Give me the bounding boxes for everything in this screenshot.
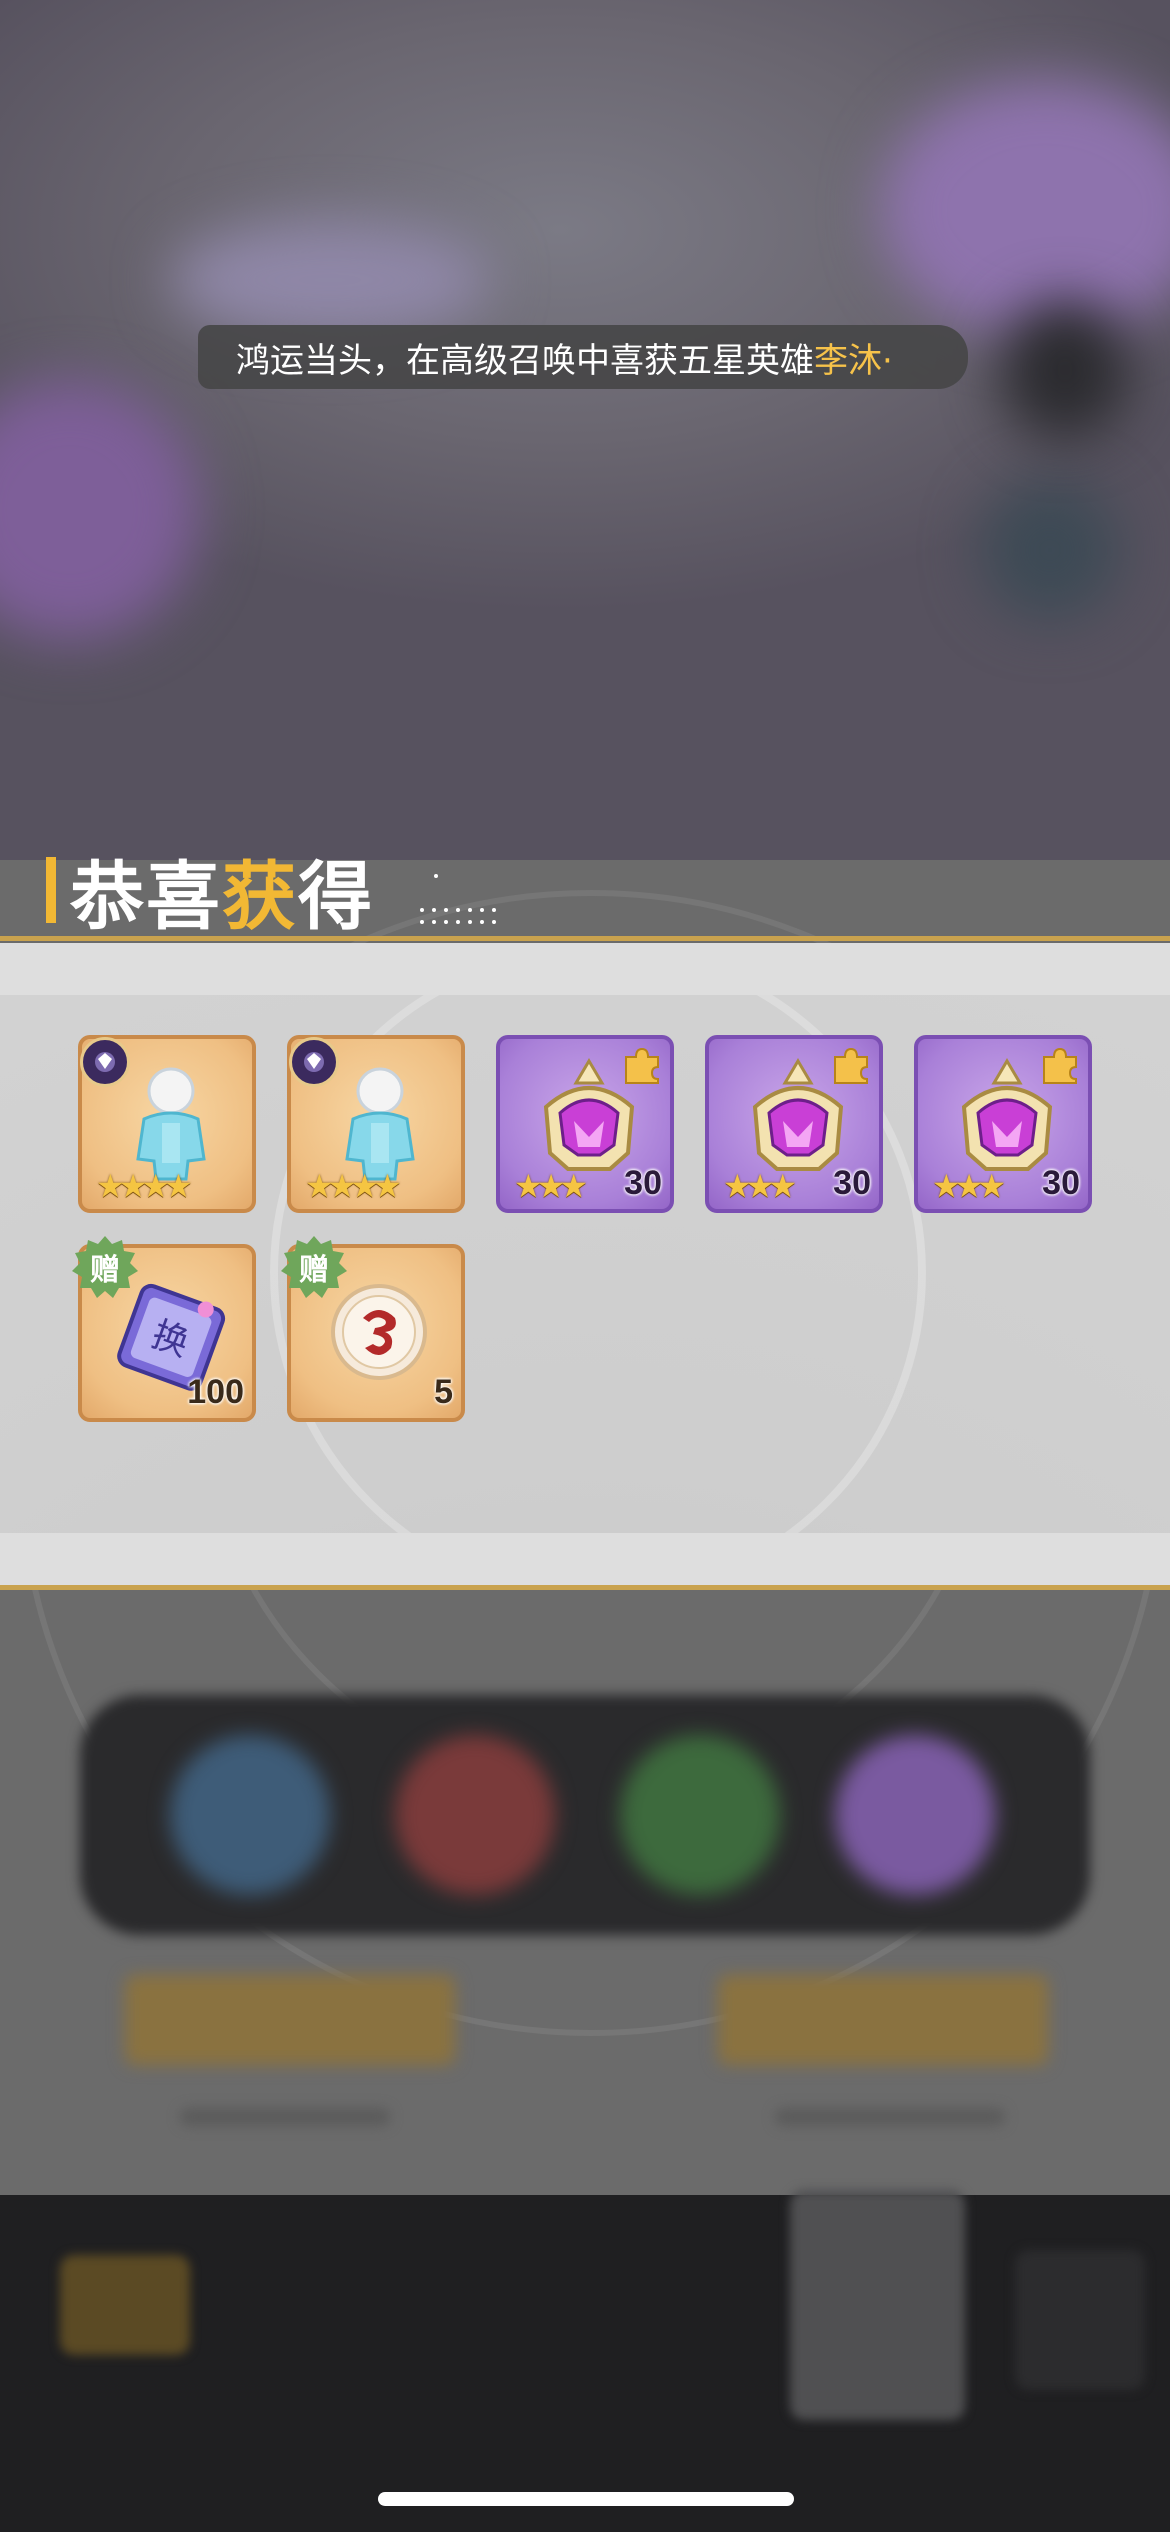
star-rating: ★★★ bbox=[514, 1167, 588, 1205]
item-quantity: 5 bbox=[434, 1373, 453, 1411]
reward-item-exchange-ticket[interactable]: 换 赠 100 bbox=[72, 1236, 256, 1422]
helmet-icon bbox=[543, 1058, 635, 1171]
toast-message: 鸿运当头，在高级召唤中喜获五星英雄 bbox=[236, 340, 814, 381]
item-quantity: 30 bbox=[833, 1164, 871, 1202]
blurred-tab-icon bbox=[60, 2255, 190, 2355]
title-accent-bar bbox=[46, 857, 56, 923]
item-quantity: 100 bbox=[187, 1373, 244, 1411]
reward-item-hero-shard[interactable]: ★★★★ bbox=[287, 1035, 465, 1213]
band-bottom-gold-line bbox=[0, 1585, 1170, 1590]
blurred-faction-icon bbox=[395, 1735, 555, 1895]
blurred-summon-button bbox=[718, 1975, 1048, 2065]
reward-item-helmet[interactable]: ★★★ 30 bbox=[914, 1035, 1092, 1213]
star-rating: ★★★ bbox=[723, 1167, 797, 1205]
announcement-toast: 鸿运当头，在高级召唤中喜获五星英雄 李沐· bbox=[198, 325, 968, 389]
reward-item-helmet[interactable]: ★★★ 30 bbox=[705, 1035, 883, 1213]
background-bottom-bar bbox=[0, 2195, 1170, 2532]
helmet-icon bbox=[961, 1058, 1053, 1171]
blurred-tab-icon bbox=[1015, 2250, 1145, 2390]
reward-item-hero-shard[interactable]: ★★★★ bbox=[78, 1035, 256, 1213]
background-blob bbox=[980, 480, 1120, 620]
hero-silhouette-icon bbox=[345, 1067, 415, 1181]
helmet-icon bbox=[752, 1058, 844, 1171]
home-indicator[interactable] bbox=[378, 2492, 794, 2506]
star-rating: ★★★★ bbox=[96, 1167, 193, 1205]
reward-title-text: 恭喜获得 bbox=[70, 854, 374, 938]
star-rating: ★★★ bbox=[932, 1167, 1006, 1205]
blurred-tab-selected bbox=[790, 2190, 965, 2420]
toast-hero-name: 李沐· bbox=[814, 340, 893, 381]
blurred-faction-icon bbox=[835, 1735, 995, 1895]
reward-title: 恭喜获得 bbox=[46, 850, 374, 938]
blurred-faction-icon bbox=[170, 1735, 330, 1895]
reward-item-dragon-token[interactable]: 赠 5 bbox=[281, 1236, 465, 1422]
gift-badge: 赠 bbox=[72, 1234, 138, 1300]
blurred-cost-text bbox=[775, 2108, 1005, 2126]
item-quantity: 30 bbox=[624, 1164, 662, 1202]
star-rating: ★★★★ bbox=[305, 1167, 402, 1205]
blurred-summon-button bbox=[125, 1975, 455, 2065]
item-quantity: 30 bbox=[1042, 1164, 1080, 1202]
title-decoration-dots bbox=[418, 868, 498, 928]
blurred-faction-icon bbox=[620, 1735, 780, 1895]
gift-badge: 赠 bbox=[281, 1234, 347, 1300]
reward-item-helmet[interactable]: ★★★ 30 bbox=[496, 1035, 674, 1213]
band-top-gold-line bbox=[0, 936, 1170, 941]
background-blob bbox=[170, 220, 490, 340]
background-blob bbox=[1000, 300, 1130, 440]
band-bottom-edge bbox=[0, 1533, 1170, 1585]
blurred-cost-text bbox=[180, 2108, 390, 2126]
band-top-edge bbox=[0, 943, 1170, 995]
hero-silhouette-icon bbox=[136, 1067, 206, 1181]
